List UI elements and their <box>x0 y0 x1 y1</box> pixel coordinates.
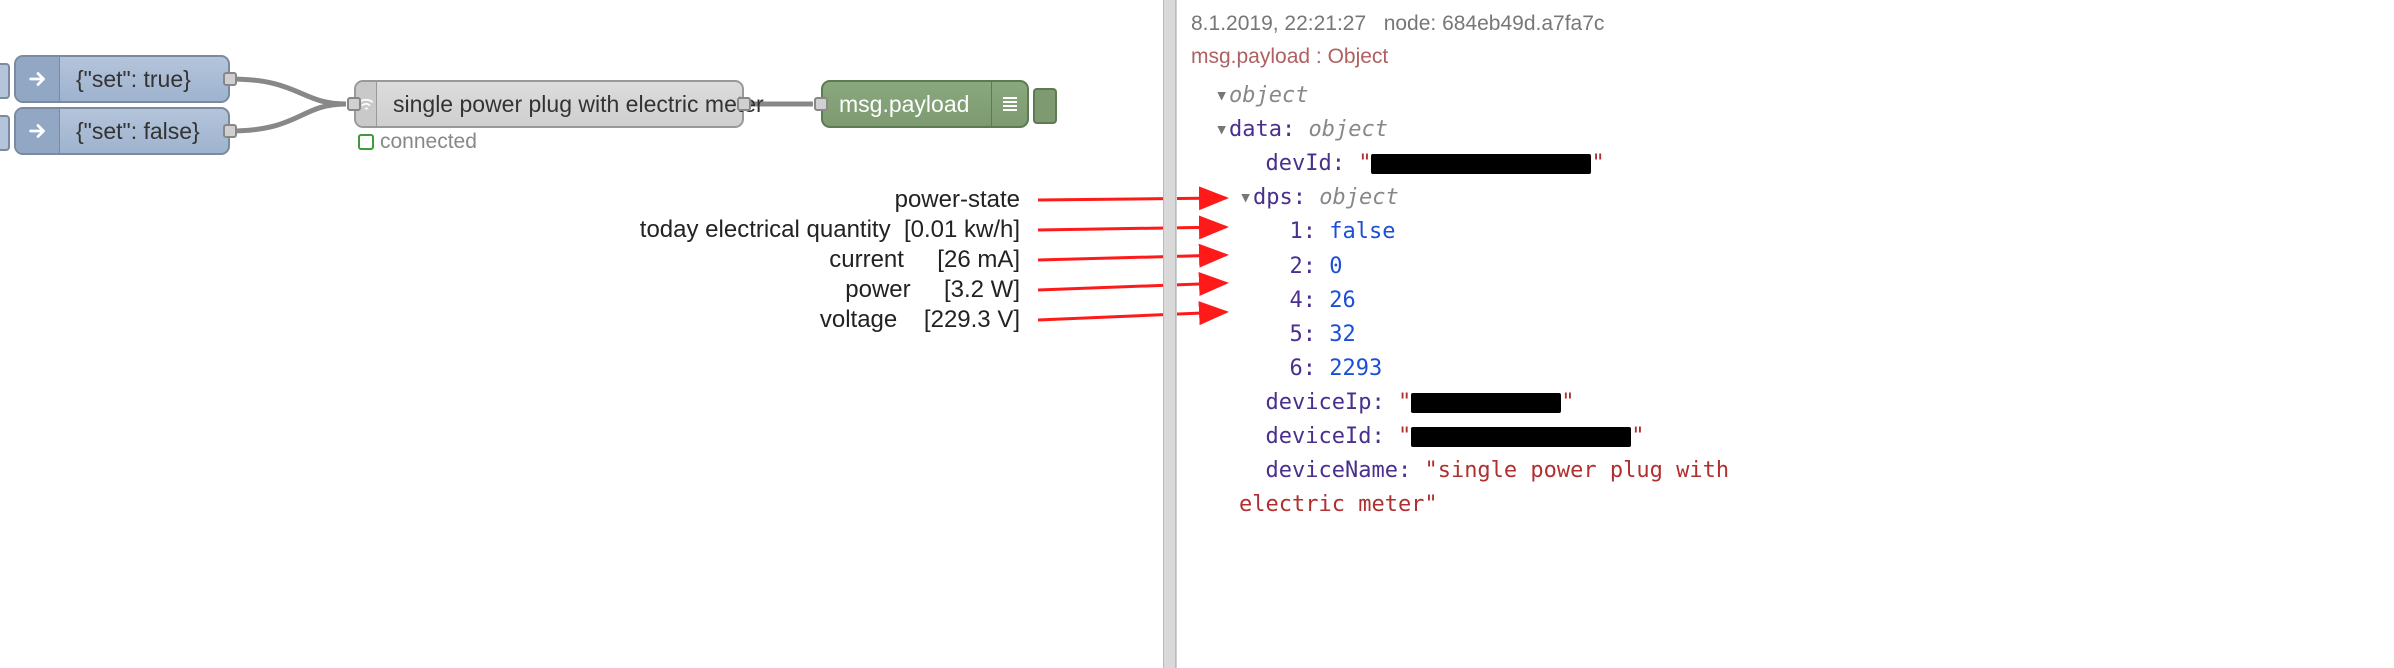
tree-key: 6: <box>1290 356 1317 381</box>
tree-row-dps-4[interactable]: 4: 26 <box>1191 284 1826 318</box>
tree-row-dps-1[interactable]: 1: false <box>1191 215 1826 249</box>
flow-canvas[interactable]: {"set": true} {"set": false} single powe… <box>0 0 1160 668</box>
tree-key: 2: <box>1290 254 1317 279</box>
debug-toggle-button[interactable] <box>1033 88 1057 124</box>
device-node[interactable]: single power plug with electric meter <box>354 80 744 128</box>
annotation-label: current <box>829 246 904 273</box>
tree-type: object <box>1229 83 1308 108</box>
tree-key: data: <box>1229 117 1295 142</box>
annotation-row: today electrical quantity [0.01 kw/h] <box>620 216 1020 244</box>
tree-value: "" <box>1358 151 1605 176</box>
tree-key: deviceIp: <box>1266 390 1385 415</box>
caret-down-icon[interactable]: ▾ <box>1239 181 1253 215</box>
status-dot-icon <box>358 134 374 150</box>
annotation-unit: [0.01 kw/h] <box>904 216 1020 243</box>
debug-topic: msg.payload : Object <box>1191 41 1826 74</box>
annotation-row: power-state <box>620 186 1020 214</box>
tree-row-dps-6[interactable]: 6: 2293 <box>1191 352 1826 386</box>
inject-node-set-false[interactable]: {"set": false} <box>14 107 230 155</box>
annotation-label: voltage <box>820 306 897 333</box>
redacted-value <box>1371 154 1591 174</box>
tree-value: 32 <box>1329 322 1356 347</box>
tree-value: 26 <box>1329 288 1356 313</box>
debug-timestamp: 8.1.2019, 22:21:27 <box>1191 12 1366 35</box>
inject-arrow-icon <box>16 109 60 153</box>
device-status: connected <box>358 130 477 154</box>
annotation-unit: [26 mA] <box>937 246 1020 273</box>
tree-key: dps: <box>1253 185 1306 210</box>
inject-arrow-icon <box>16 57 60 101</box>
annotation-row: current [26 mA] <box>620 246 1020 274</box>
annotation-unit: [3.2 W] <box>944 276 1020 303</box>
tree-value: 0 <box>1329 254 1342 279</box>
tree-row-devicename[interactable]: deviceName: "single power plug with elec… <box>1191 454 1826 522</box>
inject-label: {"set": true} <box>76 66 191 92</box>
tree-value: "" <box>1398 424 1645 449</box>
tree-row-devid[interactable]: devId: "" <box>1191 147 1826 181</box>
input-port[interactable] <box>814 97 828 111</box>
tree-row-deviceid[interactable]: deviceId: "" <box>1191 420 1826 454</box>
debug-output-icon <box>991 82 1027 126</box>
redacted-value <box>1411 393 1561 413</box>
tree-row-data[interactable]: ▾data: object <box>1191 113 1826 147</box>
debug-label: msg.payload <box>839 91 969 117</box>
input-port[interactable] <box>347 97 361 111</box>
annotation-label: power <box>845 276 910 303</box>
tree-row-dps-2[interactable]: 2: 0 <box>1191 250 1826 284</box>
debug-node-id: node: 684eb49d.a7fa7c <box>1384 12 1605 35</box>
debug-sidebar: 8.1.2019, 22:21:27 node: 684eb49d.a7fa7c… <box>1176 0 1826 668</box>
output-port[interactable] <box>223 72 237 86</box>
inject-button[interactable] <box>0 63 10 99</box>
annotation-label: today electrical quantity <box>640 216 891 243</box>
annotation-row: power [3.2 W] <box>620 276 1020 304</box>
tree-type: object <box>1308 117 1387 142</box>
tree-key: 4: <box>1290 288 1317 313</box>
annotation-label: power-state <box>895 186 1020 213</box>
tree-row-dps-5[interactable]: 5: 32 <box>1191 318 1826 352</box>
caret-down-icon[interactable]: ▾ <box>1215 79 1229 113</box>
inject-button[interactable] <box>0 115 10 151</box>
inject-label: {"set": false} <box>76 118 200 144</box>
tree-row-deviceip[interactable]: deviceIp: "" <box>1191 386 1826 420</box>
tree-key: devId: <box>1266 151 1345 176</box>
inject-node-set-true[interactable]: {"set": true} <box>14 55 230 103</box>
output-port[interactable] <box>223 124 237 138</box>
debug-node[interactable]: msg.payload <box>821 80 1029 128</box>
annotation-row: voltage [229.3 V] <box>620 306 1020 334</box>
tree-value: false <box>1329 219 1395 244</box>
tree-key: deviceId: <box>1266 424 1385 449</box>
tree-value: 2293 <box>1329 356 1382 381</box>
tree-type: object <box>1319 185 1398 210</box>
debug-msg-header: 8.1.2019, 22:21:27 node: 684eb49d.a7fa7c <box>1191 8 1826 41</box>
tree-row-root[interactable]: ▾object <box>1191 79 1826 113</box>
sidebar-scrollbar[interactable] <box>1163 0 1176 668</box>
tree-value: "" <box>1398 390 1575 415</box>
annotation-unit: [229.3 V] <box>924 306 1020 333</box>
tree-key: deviceName: <box>1266 458 1412 483</box>
tree-key: 1: <box>1290 219 1317 244</box>
tree-key: 5: <box>1290 322 1317 347</box>
caret-down-icon[interactable]: ▾ <box>1215 113 1229 147</box>
device-status-text: connected <box>380 130 477 154</box>
tree-row-dps[interactable]: ▾dps: object <box>1191 181 1826 215</box>
device-label: single power plug with electric meter <box>393 91 764 117</box>
debug-tree[interactable]: ▾object ▾data: object devId: "" ▾dps: ob… <box>1191 79 1826 522</box>
redacted-value <box>1411 427 1631 447</box>
output-port[interactable] <box>737 97 751 111</box>
